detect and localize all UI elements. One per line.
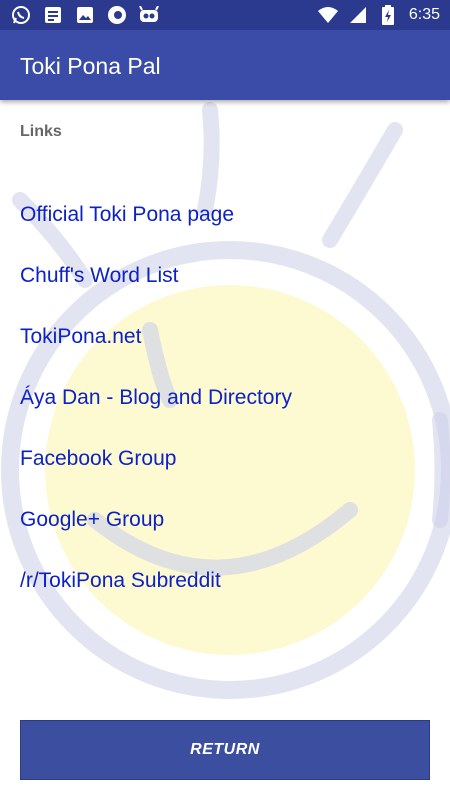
whatsapp-icon [10,4,32,26]
link-aya-dan-blog[interactable]: Áya Dan - Blog and Directory [20,383,430,444]
return-button[interactable]: RETURN [20,720,430,780]
link-chuffs-word-list[interactable]: Chuff's Word List [20,261,430,322]
signal-icon [347,4,369,26]
link-official-toki-pona[interactable]: Official Toki Pona page [20,200,430,261]
wifi-icon [317,4,339,26]
links-list: Official Toki Pona page Chuff's Word Lis… [20,200,430,627]
system-icons: 6:35 [317,4,440,26]
status-time: 6:35 [408,6,440,23]
link-tokipona-net[interactable]: TokiPona.net [20,322,430,383]
link-facebook-group[interactable]: Facebook Group [20,444,430,505]
section-header: Links [20,123,62,140]
links-content: Links Official Toki Pona page Chuff's Wo… [0,100,450,800]
robot-icon [138,4,160,26]
status-bar: 6:35 [0,0,450,30]
screen: 6:35 Toki Pona Pal Links Official Toki P… [0,0,450,800]
document-icon [42,4,64,26]
link-google-plus-group[interactable]: Google+ Group [20,505,430,566]
link-tokipona-subreddit[interactable]: /r/TokiPona Subreddit [20,566,430,627]
notification-icons [10,4,160,26]
firefox-icon [106,4,128,26]
app-title: Toki Pona Pal [20,53,161,79]
image-icon [74,4,96,26]
battery-icon [377,4,399,26]
app-bar: Toki Pona Pal [0,30,450,100]
